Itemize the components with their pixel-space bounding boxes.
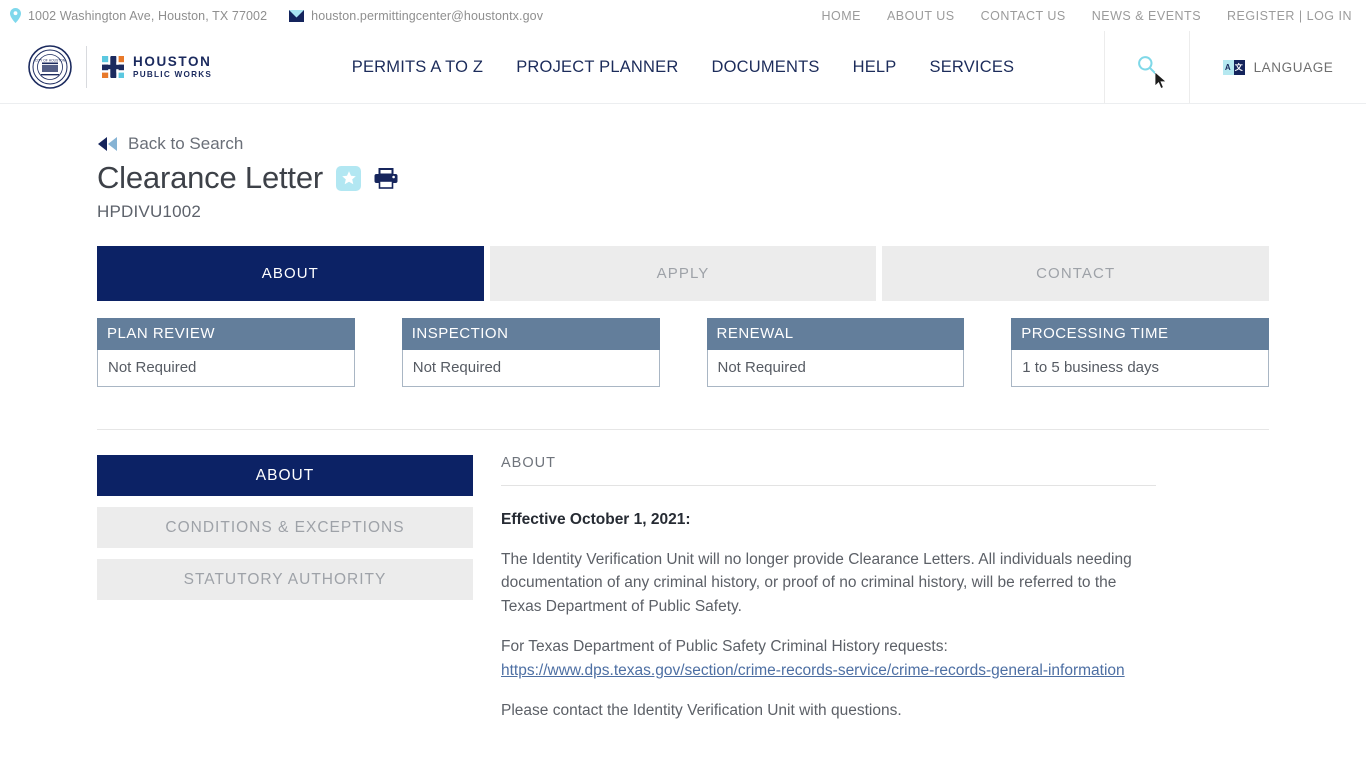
topbar-links: HOME ABOUT US CONTACT US NEWS & EVENTS R… <box>821 9 1352 23</box>
back-to-search-link[interactable]: Back to Search <box>97 134 1269 154</box>
detail-section: ABOUT CONDITIONS & EXCEPTIONS STATUTORY … <box>97 455 1269 740</box>
content-paragraph-3: Please contact the Identity Verification… <box>501 702 902 719</box>
page-title: Clearance Letter <box>97 160 323 195</box>
envelope-icon <box>289 9 305 22</box>
houston-public-works-mark-icon <box>101 55 125 79</box>
section-divider <box>97 429 1269 430</box>
logo-line-1: HOUSTON <box>133 53 212 69</box>
nav-documents[interactable]: DOCUMENTS <box>711 58 819 77</box>
houston-public-works-logo[interactable]: HOUSTON PUBLIC WORKS <box>101 53 213 80</box>
brand-divider <box>86 46 87 88</box>
sidebar-item-about[interactable]: ABOUT <box>97 455 473 496</box>
content-container: Back to Search Clearance Letter HPDIVU10… <box>97 134 1270 740</box>
content-section-label: ABOUT <box>501 455 556 471</box>
permit-tabs: ABOUT APPLY CONTACT <box>97 246 1270 301</box>
topbar-address-text: 1002 Washington Ave, Houston, TX 77002 <box>28 8 268 23</box>
card-inspection-heading: INSPECTION <box>401 318 660 350</box>
nav-help[interactable]: HELP <box>853 58 897 77</box>
summary-cards: PLAN REVIEW Not Required INSPECTION Not … <box>97 318 1269 387</box>
main-navigation: PERMITS A TO Z PROJECT PLANNER DOCUMENTS… <box>262 31 1104 103</box>
printer-icon[interactable] <box>374 167 398 189</box>
content-body: Effective October 1, 2021: The Identity … <box>501 486 1156 723</box>
topbar-link-news-events[interactable]: NEWS & EVENTS <box>1092 9 1201 23</box>
card-processing-time-value: 1 to 5 business days <box>1011 350 1269 387</box>
topbar-email[interactable]: houston.permittingcenter@houstontx.gov <box>289 9 543 23</box>
card-inspection-value: Not Required <box>401 350 660 387</box>
utility-topbar: 1002 Washington Ave, Houston, TX 77002 h… <box>0 0 1366 31</box>
topbar-link-register-login[interactable]: REGISTER | LOG IN <box>1227 9 1352 23</box>
brand-logo-group[interactable]: CITY OF HOUSTON HOUSTON PUBLIC WORKS <box>0 31 262 103</box>
content-paragraph-2: For Texas Department of Public Safety Cr… <box>501 635 1156 682</box>
houston-public-works-wordmark: HOUSTON PUBLIC WORKS <box>133 53 213 80</box>
back-arrow-icon <box>97 137 118 151</box>
language-selector[interactable]: A 文 LANGUAGE <box>1190 31 1366 103</box>
back-to-search-label: Back to Search <box>128 134 244 153</box>
topbar-link-about-us[interactable]: ABOUT US <box>887 9 955 23</box>
map-pin-icon <box>10 8 21 23</box>
nav-permits-a-to-z[interactable]: PERMITS A TO Z <box>352 58 483 77</box>
nav-project-planner[interactable]: PROJECT PLANNER <box>516 58 678 77</box>
sidebar-item-conditions-exceptions[interactable]: CONDITIONS & EXCEPTIONS <box>97 507 473 548</box>
search-button[interactable] <box>1104 31 1190 103</box>
card-renewal: RENEWAL Not Required <box>706 318 965 387</box>
content-heading: Effective October 1, 2021: <box>501 511 691 528</box>
translate-icon: A 文 <box>1222 59 1245 75</box>
page-body: Back to Search Clearance Letter HPDIVU10… <box>0 134 1366 740</box>
page-title-row: Clearance Letter <box>97 160 1269 196</box>
permit-code: HPDIVU1002 <box>97 202 202 221</box>
card-processing-time-heading: PROCESSING TIME <box>1011 318 1269 350</box>
tab-about[interactable]: ABOUT <box>97 246 484 301</box>
star-icon[interactable] <box>336 165 361 191</box>
card-processing-time: PROCESSING TIME 1 to 5 business days <box>1011 318 1269 387</box>
detail-side-navigation: ABOUT CONDITIONS & EXCEPTIONS STATUTORY … <box>97 455 473 740</box>
translate-icon-right: 文 <box>1233 59 1245 75</box>
topbar-link-contact-us[interactable]: CONTACT US <box>981 9 1066 23</box>
topbar-email-text: houston.permittingcenter@houstontx.gov <box>311 8 544 23</box>
tab-contact[interactable]: CONTACT <box>882 246 1270 301</box>
tab-apply[interactable]: APPLY <box>489 246 877 301</box>
content-paragraph-1: The Identity Verification Unit will no l… <box>501 550 1132 615</box>
language-label: LANGUAGE <box>1253 59 1334 75</box>
topbar-address: 1002 Washington Ave, Houston, TX 77002 <box>10 8 267 23</box>
card-inspection: INSPECTION Not Required <box>401 318 660 387</box>
card-renewal-value: Not Required <box>706 350 965 387</box>
content-paragraph-2-intro: For Texas Department of Public Safety Cr… <box>501 638 948 655</box>
card-plan-review-heading: PLAN REVIEW <box>97 318 355 350</box>
logo-line-2: PUBLIC WORKS <box>133 69 213 79</box>
card-renewal-heading: RENEWAL <box>706 318 965 350</box>
card-plan-review: PLAN REVIEW Not Required <box>97 318 355 387</box>
topbar-contact-group: 1002 Washington Ave, Houston, TX 77002 h… <box>10 8 543 23</box>
site-header: CITY OF HOUSTON HOUSTON PUBLIC WORKS PER… <box>0 31 1366 104</box>
city-of-houston-seal-icon: CITY OF HOUSTON <box>28 45 72 89</box>
translate-icon-left: A <box>1222 59 1234 75</box>
topbar-link-home[interactable]: HOME <box>821 9 861 23</box>
card-plan-review-value: Not Required <box>97 350 355 387</box>
search-icon <box>1137 55 1157 80</box>
mouse-cursor-icon <box>1154 71 1168 95</box>
detail-content-panel: ABOUT Effective October 1, 2021: The Ide… <box>501 455 1156 740</box>
nav-services[interactable]: SERVICES <box>930 58 1015 77</box>
dps-criminal-history-link[interactable]: https://www.dps.texas.gov/section/crime-… <box>501 662 1125 679</box>
svg-text:CITY OF HOUSTON: CITY OF HOUSTON <box>35 59 66 63</box>
sidebar-item-statutory-authority[interactable]: STATUTORY AUTHORITY <box>97 559 473 600</box>
